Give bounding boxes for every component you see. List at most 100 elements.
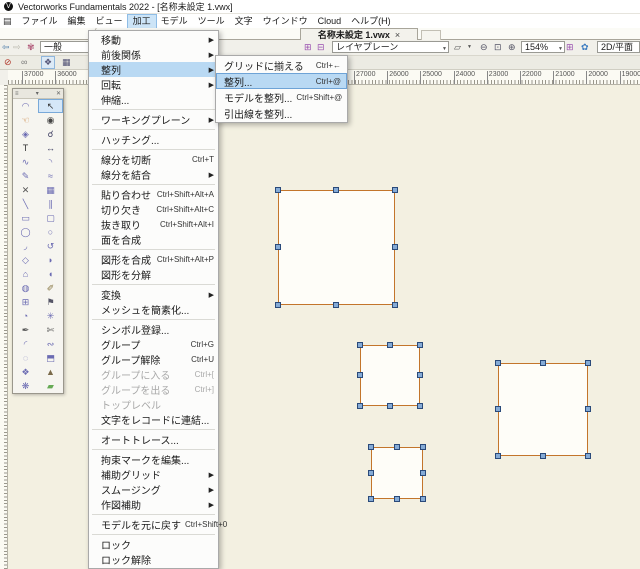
chevron-down-icon[interactable]: ▼	[442, 44, 447, 53]
menu-item[interactable]: ワーキングプレーン▶	[89, 112, 218, 127]
rectangle-tool[interactable]: ▭	[13, 211, 38, 225]
submenu-item[interactable]: 引出線を整列...	[216, 105, 347, 121]
selection-handle[interactable]	[495, 360, 501, 366]
menubar-item-5[interactable]: ツール	[193, 15, 230, 28]
selection-handle[interactable]	[540, 360, 546, 366]
selection-handle[interactable]	[420, 470, 426, 476]
split-tool[interactable]: ✄	[38, 323, 63, 337]
selection-handle[interactable]	[357, 342, 363, 348]
shape-square[interactable]	[278, 190, 395, 305]
menubar-item-3[interactable]: 加工	[128, 15, 156, 28]
selection-handle[interactable]	[368, 444, 374, 450]
menubar-item-6[interactable]: 文字	[230, 15, 258, 28]
stamp-tool[interactable]: ❖	[13, 365, 38, 379]
layer-grid-icon[interactable]: ⊞	[566, 42, 574, 53]
zoom-tool[interactable]: ☌	[38, 127, 63, 141]
callout-tool[interactable]: ✎	[13, 169, 38, 183]
oval-tool[interactable]: ○	[38, 225, 63, 239]
menu-item[interactable]: 移動▶	[89, 32, 218, 47]
mesh-tool[interactable]: ▦	[38, 183, 63, 197]
zoom-in-icon[interactable]: ⊕	[508, 42, 516, 53]
selection-handle[interactable]	[420, 496, 426, 502]
attribute-brush-tool[interactable]: ✐	[38, 281, 63, 295]
paint-bucket-tool[interactable]: ◍	[13, 281, 38, 295]
selection-handle[interactable]	[495, 406, 501, 412]
menubar-item-4[interactable]: モデル	[156, 15, 193, 28]
flag-tool[interactable]: ⚑	[38, 295, 63, 309]
render-mode-icon[interactable]: ▱	[454, 42, 461, 53]
arc-tool[interactable]: ◝	[38, 155, 63, 169]
menu-item[interactable]: 作図補助▶	[89, 497, 218, 512]
menu-item[interactable]: 図形を合成Ctrl+Shift+Alt+P	[89, 252, 218, 267]
menu-item[interactable]: オートトレース...	[89, 432, 218, 447]
selection-handle[interactable]	[392, 187, 398, 193]
delete-vertex-tool[interactable]: ✕	[13, 183, 38, 197]
lasso-mode-icon[interactable]: ▦	[62, 57, 71, 68]
selection-handle[interactable]	[394, 444, 400, 450]
saved-view-icon-2[interactable]: ⊟	[317, 42, 325, 53]
menu-item[interactable]: モデルを元に戻すCtrl+Shift+0	[89, 517, 218, 532]
rotate-tool[interactable]: ✳	[38, 309, 63, 323]
menubar-item-8[interactable]: Cloud	[313, 15, 347, 28]
fillet-tool[interactable]: ◖	[38, 267, 63, 281]
polygon-tool[interactable]: ◇	[13, 253, 38, 267]
reshape-tool[interactable]: ✒	[13, 323, 38, 337]
menu-item[interactable]: 整列▶	[89, 62, 218, 77]
menu-item[interactable]: 線分を切断Ctrl+T	[89, 152, 218, 167]
corner-arc-tool[interactable]: ◜	[13, 337, 38, 351]
menu-item[interactable]: グループ解除Ctrl+U	[89, 352, 218, 367]
selection-handle[interactable]	[585, 360, 591, 366]
shape-square[interactable]	[371, 447, 423, 499]
selection-handle[interactable]	[333, 187, 339, 193]
selection-tool[interactable]: ↖	[38, 99, 63, 113]
disable-interactive-scaling-icon[interactable]: ⊘	[4, 57, 12, 68]
zoom-marquee-icon[interactable]: ⊡	[494, 42, 502, 53]
regular-polygon-tool[interactable]: ⌂	[13, 267, 38, 281]
menubar-item-1[interactable]: 編集	[63, 15, 91, 28]
chain-mode-icon[interactable]: ∞	[21, 57, 27, 68]
orientation-icon[interactable]: ✿	[581, 42, 589, 53]
menu-item[interactable]: 前後関係▶	[89, 47, 218, 62]
zoom-level-combo[interactable]: 154% ▼	[521, 41, 565, 53]
selection-handle[interactable]	[417, 342, 423, 348]
menu-item[interactable]: 伸縮...	[89, 92, 218, 107]
selection-handle[interactable]	[417, 403, 423, 409]
render-mode-arrow-icon[interactable]: ▼	[467, 42, 472, 53]
s-curve-tool[interactable]: ∾	[38, 337, 63, 351]
menu-item[interactable]: 線分を結合▶	[89, 167, 218, 182]
submenu-item[interactable]: モデルを整列...Ctrl+Shift+@	[216, 89, 347, 105]
palette-pin-icon[interactable]: ▾	[36, 90, 39, 97]
marquee-mode-icon[interactable]: ❖	[41, 56, 55, 69]
selection-handle[interactable]	[368, 470, 374, 476]
selection-handle[interactable]	[357, 372, 363, 378]
circle-tool[interactable]: ◯	[13, 225, 38, 239]
selection-handle[interactable]	[387, 403, 393, 409]
shape-square[interactable]	[360, 345, 420, 406]
line-tool[interactable]: ╲	[13, 197, 38, 211]
selection-handle[interactable]	[275, 302, 281, 308]
menubar-item-9[interactable]: ヘルプ(H)	[346, 15, 396, 28]
flatten-tool[interactable]: ▰	[38, 379, 63, 393]
menubar-item-0[interactable]: ファイル	[17, 15, 63, 28]
menu-item[interactable]: 抜き取りCtrl+Shift+Alt+I	[89, 217, 218, 232]
view-history-icon[interactable]: ✾	[27, 42, 35, 53]
document-tab[interactable]: 名称未設定 1.vwx ×	[300, 28, 418, 40]
menu-item[interactable]: ロック	[89, 537, 218, 552]
clip-tool[interactable]: ⊞	[13, 295, 38, 309]
submenu-item[interactable]: 整列...Ctrl+@	[216, 73, 347, 89]
menu-item[interactable]: 回転▶	[89, 77, 218, 92]
snap-lasso-tool[interactable]: ◠	[13, 99, 38, 113]
shape-square[interactable]	[498, 363, 588, 456]
flyover-tool[interactable]: ◈	[13, 127, 38, 141]
menu-item[interactable]: 拘束マークを編集...	[89, 452, 218, 467]
selection-handle[interactable]	[540, 453, 546, 459]
selection-handle[interactable]	[333, 302, 339, 308]
selection-handle[interactable]	[585, 453, 591, 459]
menu-item[interactable]: ロック解除	[89, 552, 218, 567]
palette-menu-icon[interactable]: ≡	[15, 91, 19, 97]
selection-handle[interactable]	[417, 372, 423, 378]
rounded-rectangle-tool[interactable]: ▢	[38, 211, 63, 225]
selection-handle[interactable]	[275, 187, 281, 193]
menu-item[interactable]: 変換▶	[89, 287, 218, 302]
saved-view-icon[interactable]: ⊞	[304, 42, 312, 53]
